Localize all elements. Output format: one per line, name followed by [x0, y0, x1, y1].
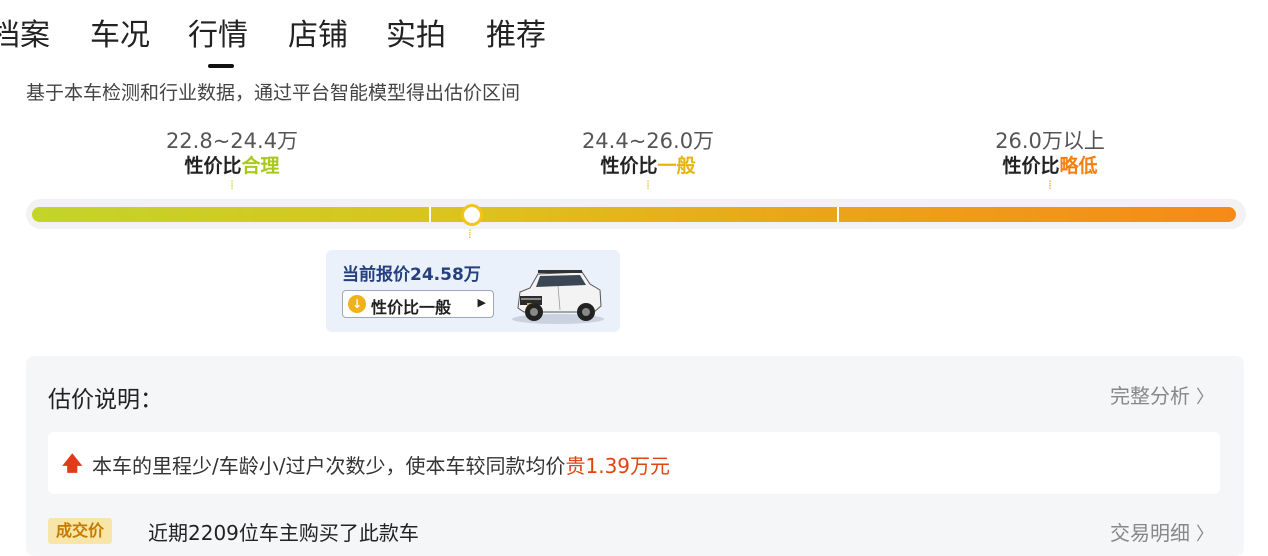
tab-condition[interactable]: 车况	[90, 14, 150, 58]
chevron-right-icon: 〉	[1196, 524, 1214, 545]
tab-bar: 档案 车况 行情 店铺 实拍 推荐	[0, 14, 700, 74]
range-level-prefix: 性价比	[600, 155, 658, 177]
bar-divider	[429, 207, 431, 222]
range-pointer-dots: ⁞	[230, 178, 234, 192]
price-note-prefix: 本车的里程少/车龄小/过户次数少，使本车较同款均价	[92, 454, 566, 478]
price-range-reasonable: 22.8~24.4万 性价比合理 ⁞	[112, 128, 352, 192]
range-level-value: 合理	[241, 155, 280, 177]
play-right-icon: ▶	[477, 296, 486, 309]
bar-divider	[837, 207, 839, 222]
range-level-prefix: 性价比	[1002, 155, 1060, 177]
active-tab-indicator	[208, 64, 234, 68]
arrow-down-circle-icon: ↓	[348, 295, 366, 313]
range-price: 22.8~24.4万	[165, 129, 299, 153]
deal-count-text: 近期2209位车主购买了此款车	[148, 521, 419, 545]
price-note-text: 本车的里程少/车龄小/过户次数少，使本车较同款均价贵1.39万元	[92, 450, 670, 479]
tab-archive[interactable]: 档案	[0, 14, 50, 58]
arrow-up-icon: 🡅	[62, 451, 83, 475]
range-level-value: 略低	[1059, 155, 1098, 177]
value-rating-label: 性价比一般	[371, 298, 452, 317]
range-level: 性价比合理	[112, 154, 352, 178]
range-price: 24.4~26.0万	[581, 129, 715, 153]
full-analysis-link[interactable]: 完整分析〉	[1110, 380, 1214, 409]
price-range-low-value: 26.0万以上 性价比略低 ⁞	[930, 128, 1170, 192]
value-rating-badge[interactable]: ↓ 性价比一般 ▶	[342, 290, 494, 318]
deal-tag-label: 成交价	[56, 521, 105, 540]
price-range-average: 24.4~26.0万 性价比一般 ⁞	[528, 128, 768, 192]
range-level-prefix: 性价比	[184, 155, 242, 177]
current-quote-text: 当前报价24.58万	[342, 265, 481, 285]
range-level: 性价比略低	[930, 154, 1170, 178]
range-level: 性价比一般	[528, 154, 768, 178]
tab-recommend[interactable]: 推荐	[486, 14, 546, 58]
transaction-details-label: 交易明细	[1110, 521, 1190, 545]
tab-store[interactable]: 店铺	[288, 14, 348, 58]
transaction-details-link[interactable]: 交易明细〉	[1110, 517, 1214, 546]
car-thumbnail	[512, 270, 604, 324]
tab-market[interactable]: 行情	[188, 14, 248, 58]
estimate-subtitle: 基于本车检测和行业数据，通过平台智能模型得出估价区间	[26, 82, 521, 104]
range-pointer-dots: ⁞	[646, 178, 650, 192]
tab-photos[interactable]: 实拍	[386, 14, 446, 58]
current-price-marker	[461, 204, 483, 226]
current-quote-card[interactable]: 当前报价24.58万 ↓ 性价比一般 ▶	[326, 250, 620, 332]
price-note-row: 🡅 本车的里程少/车龄小/过户次数少，使本车较同款均价贵1.39万元	[48, 432, 1220, 494]
estimate-title: 估价说明：	[48, 387, 163, 413]
chevron-right-icon: 〉	[1196, 387, 1214, 408]
price-note-highlight: 贵1.39万元	[565, 454, 671, 478]
marker-pointer-dots: ⁞	[468, 227, 472, 241]
range-pointer-dots: ⁞	[1048, 178, 1052, 192]
full-analysis-label: 完整分析	[1110, 384, 1190, 408]
deal-price-tag: 成交价	[48, 518, 113, 544]
price-gradient-bar	[32, 207, 1236, 222]
range-level-value: 一般	[657, 155, 696, 177]
range-price: 26.0万以上	[995, 129, 1105, 153]
